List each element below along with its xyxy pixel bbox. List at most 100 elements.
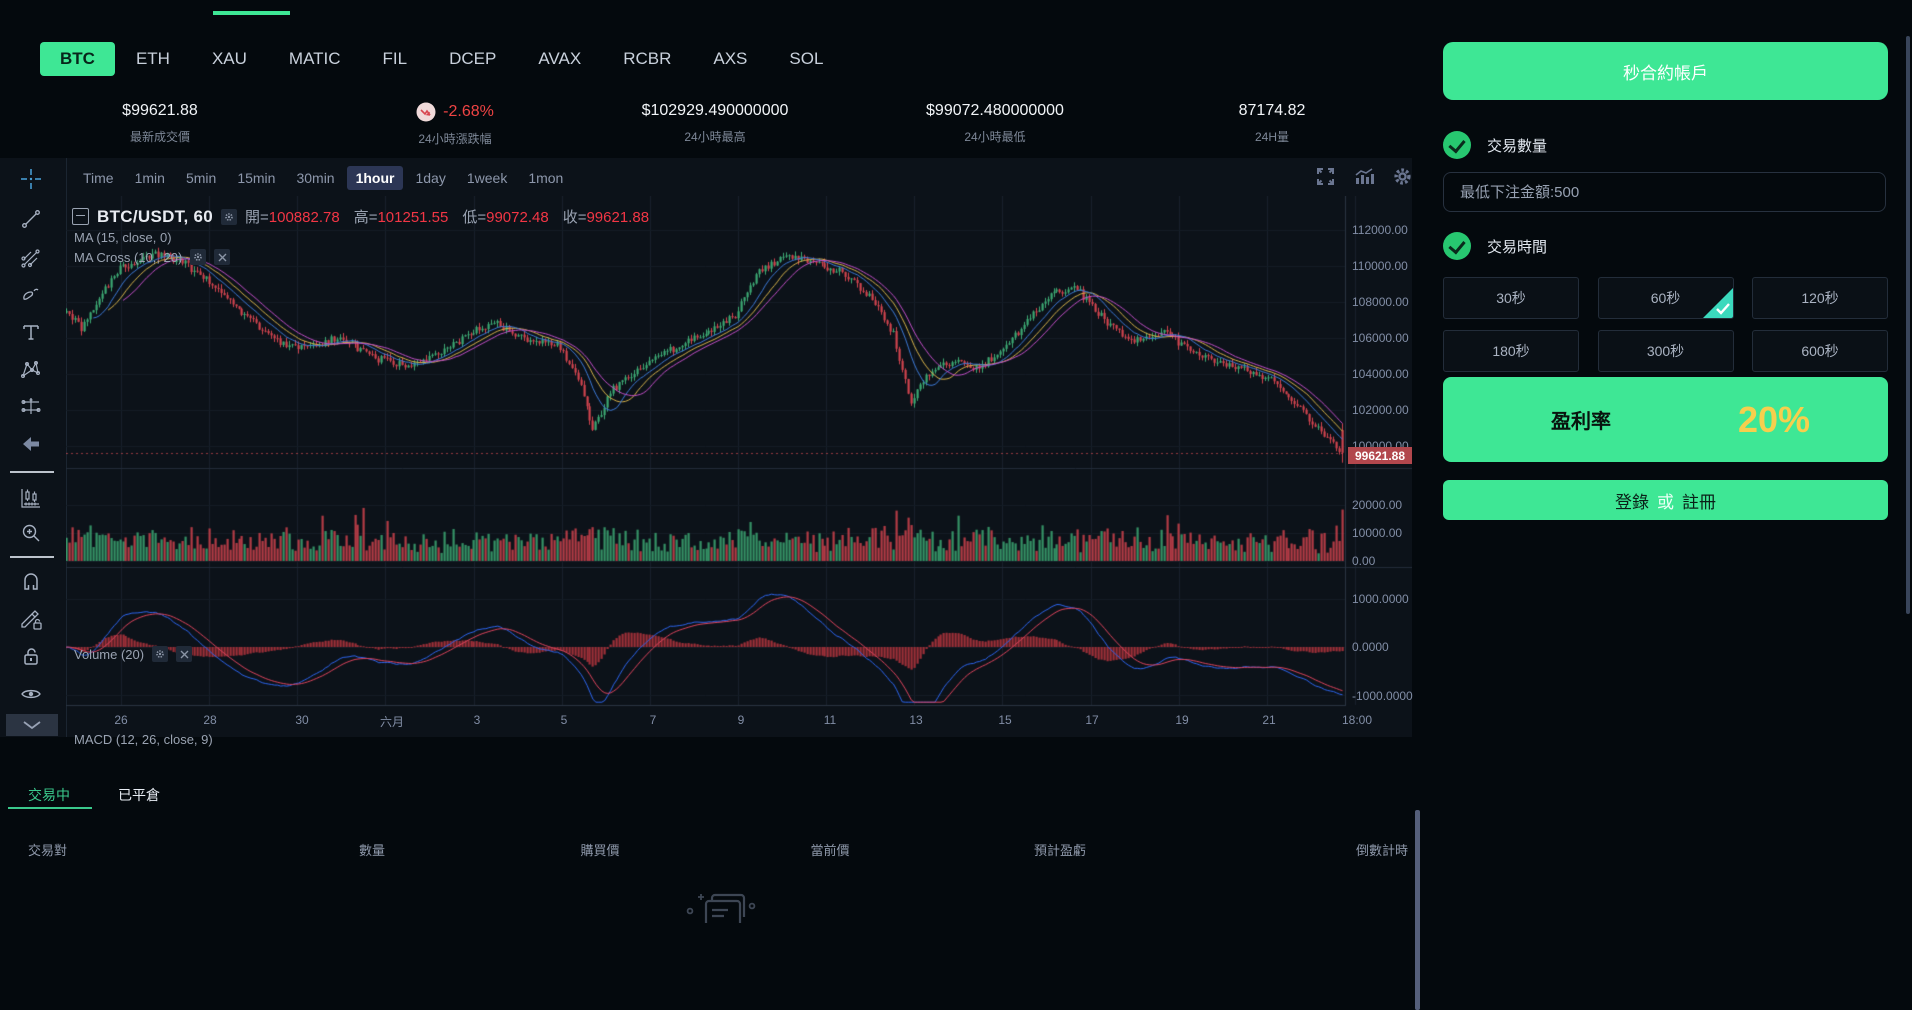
volume-label: 24H量 [1254,130,1289,144]
tf-15min[interactable]: 15min [228,166,284,190]
ma-label: MA (15, close, 0) [74,230,172,245]
macd-pane-label: MACD (12, 26, close, 9) [74,732,213,747]
toolbar-collapse-chevron[interactable] [6,714,58,736]
open-key: 開= [245,209,269,226]
volume-close-icon[interactable] [176,646,193,662]
coin-tab-rcbr[interactable]: RCBR [602,42,692,76]
low-key: 低= [462,209,487,226]
empty-state-icon [686,893,756,923]
tf-time[interactable]: Time [74,166,123,190]
volume-axis-label: 0.00 [1352,554,1376,568]
ma-cross-gear-icon[interactable] [190,249,207,265]
trade-time-label: 交易時間 [1487,238,1548,256]
volume-pane-label-row: Volume (20) [74,646,193,662]
tf-1hour[interactable]: 1hour [346,166,404,190]
price-axis-label: 106000.00 [1352,331,1409,345]
projection-tool-icon[interactable] [18,393,44,419]
price-axis-label: 110000.00 [1352,259,1408,273]
zoom-in-icon[interactable] [18,520,44,546]
selected-corner-check-icon [1702,288,1733,318]
high-key: 高= [353,209,378,226]
trade-time-row: 交易時間 [1443,232,1547,260]
ma-cross-close-icon[interactable] [214,249,231,265]
active-tab-underline [8,807,92,809]
pitchfork-tool-icon[interactable] [18,245,44,271]
last-price-label: 最新成交價 [129,130,190,144]
login-label: 登錄 [1615,492,1649,512]
tf-1day[interactable]: 1day [406,166,454,190]
close-value: 99621.88 [586,209,650,226]
x-axis-label: 9 [737,713,745,727]
positions-tab-bar: 交易中 已平倉 [28,785,160,805]
xabcd-pattern-tool-icon[interactable] [18,356,44,382]
crosshair-tool-icon[interactable] [18,166,44,192]
fullscreen-icon[interactable] [1315,166,1336,187]
text-tool-icon[interactable] [18,319,44,345]
coin-tab-sol[interactable]: SOL [768,42,844,76]
bar-pattern-icon[interactable] [18,485,44,511]
register-label: 註冊 [1682,492,1716,512]
lock-icon[interactable] [18,644,44,670]
coin-tab-matic[interactable]: MATIC [268,42,362,76]
coin-tab-fil[interactable]: FIL [362,42,429,76]
trend-line-tool-icon[interactable] [18,206,44,232]
positions-scrollbar[interactable] [1415,810,1420,1010]
coin-tab-btc[interactable]: BTC [40,42,115,76]
coin-tab-avax[interactable]: AVAX [517,42,602,76]
duration-180s-button[interactable]: 180秒 [1443,330,1579,372]
duration-600s-button[interactable]: 600秒 [1752,330,1888,372]
change-value: -2.68% [443,103,494,120]
coin-tab-bar: BTC ETH XAU MATIC FIL DCEP AVAX RCBR AXS… [40,42,844,76]
page-scrollbar[interactable] [1906,36,1910,614]
coin-tab-dcep[interactable]: DCEP [428,42,517,76]
col-header-buy-price: 購買價 [580,843,620,858]
price-axis-label: 104000.00 [1352,367,1409,381]
low-value: $99072.480000000 [926,102,1064,119]
timeframe-bar: Time 1min 5min 15min 30min 1hour 1day 1w… [74,166,572,190]
low-value: 99072.48 [486,209,549,226]
legend-collapse-icon[interactable] [72,208,89,225]
volume-axis-label: 10000.00 [1352,526,1403,540]
col-header-pair: 交易對 [28,843,68,858]
volume-axis-label: 20000.00 [1352,498,1403,512]
x-axis-label: 7 [649,713,657,727]
login-or-register-button[interactable]: 登錄 或 註冊 [1443,480,1888,520]
x-axis-label: 26 [114,713,128,727]
duration-30s-button[interactable]: 30秒 [1443,277,1579,319]
col-header-quantity: 數量 [358,843,385,858]
coin-tab-eth[interactable]: ETH [115,42,191,76]
duration-60s-button[interactable]: 60秒 [1597,277,1734,319]
x-axis-label: 11 [823,713,837,727]
macd-axis-label: 1000.0000 [1352,592,1409,606]
macd-pane-label-row: MACD (12, 26, close, 9) [74,732,213,747]
volume-gear-icon[interactable] [152,646,169,662]
tf-1mon[interactable]: 1mon [519,166,572,190]
coin-tab-axs[interactable]: AXS [692,42,768,76]
legend-gear-icon[interactable] [221,208,238,225]
tf-1min[interactable]: 1min [126,166,174,190]
tab-closed[interactable]: 已平倉 [118,785,160,805]
x-axis-label: 18:00 [1341,713,1373,727]
back-arrow-icon[interactable] [18,431,44,457]
change-label: 24小時漲跌幅 [418,132,492,146]
indicators-icon[interactable] [1353,166,1375,187]
tf-5min[interactable]: 5min [177,166,225,190]
trade-quantity-label: 交易數量 [1487,137,1548,155]
bet-amount-input[interactable] [1443,172,1886,212]
duration-120s-button[interactable]: 120秒 [1752,277,1888,319]
tab-trading[interactable]: 交易中 [28,785,70,805]
last-price-tag: 99621.88 [1348,447,1412,464]
coin-tab-xau[interactable]: XAU [191,42,268,76]
tf-1week[interactable]: 1week [458,166,516,190]
seconds-contract-account-button[interactable]: 秒合約帳戶 [1443,42,1888,100]
x-axis-label: 5 [560,713,568,727]
duration-300s-button[interactable]: 300秒 [1597,330,1734,372]
eye-icon[interactable] [18,681,44,707]
magnet-icon[interactable] [18,570,44,596]
high-value: 101251.55 [377,209,449,226]
drawing-lock-icon[interactable] [18,606,44,632]
chart-canvas[interactable] [66,196,1412,737]
brush-tool-icon[interactable] [18,282,44,308]
tf-30min[interactable]: 30min [287,166,343,190]
settings-gear-icon[interactable] [1392,166,1413,187]
